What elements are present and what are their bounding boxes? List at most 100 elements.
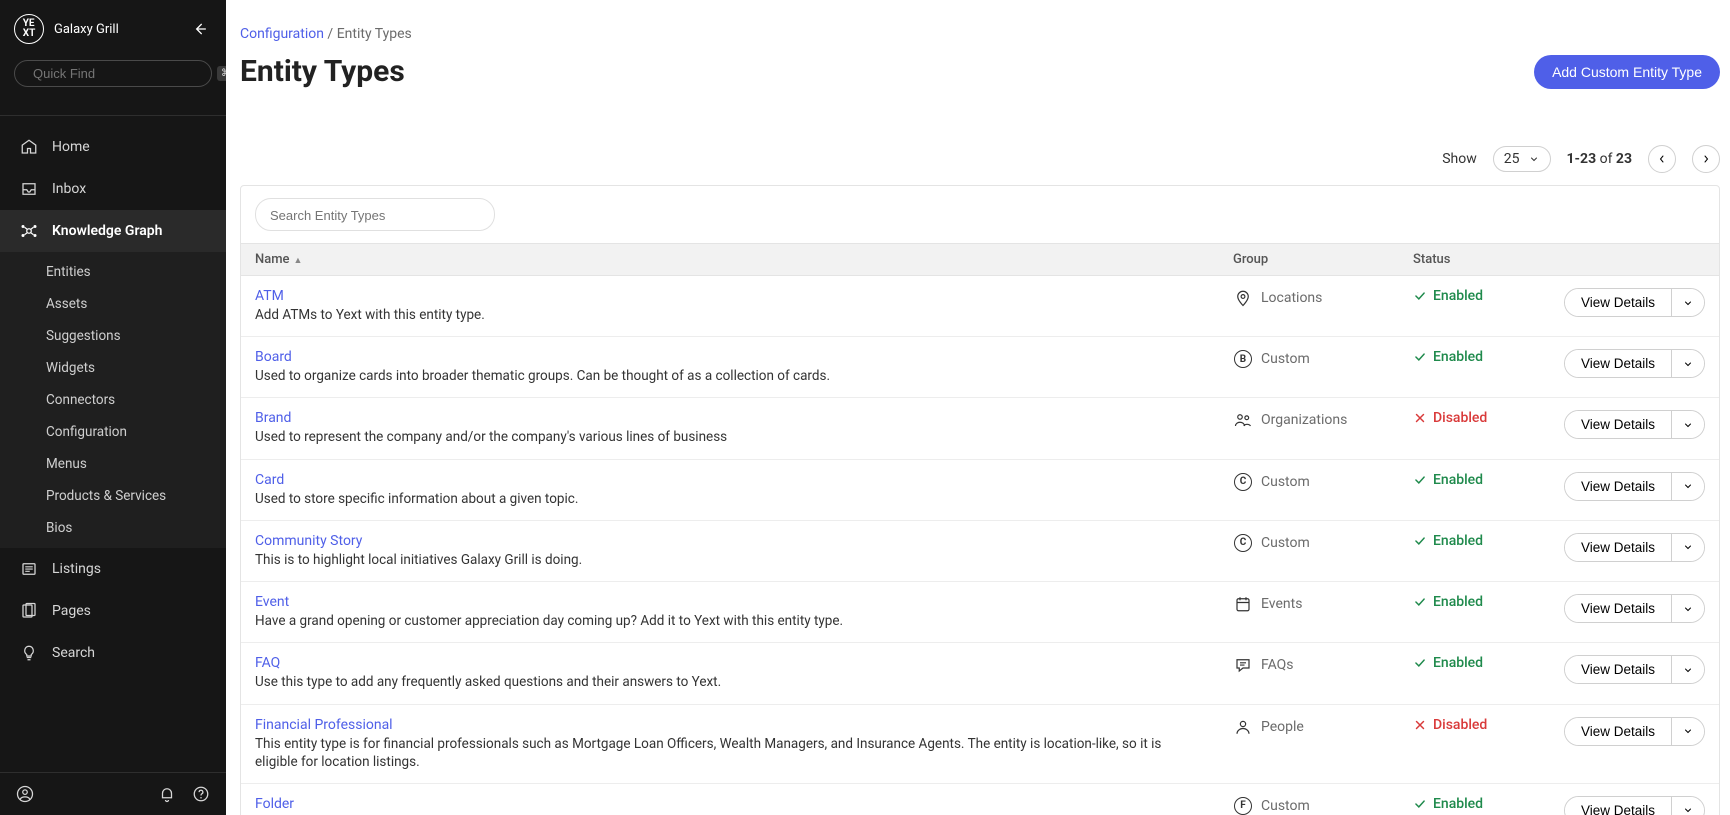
subnav-menus[interactable]: Menus [0,448,226,480]
back-button[interactable] [188,17,212,41]
row-action-more-button[interactable] [1671,718,1704,745]
subnav-widgets[interactable]: Widgets [0,352,226,384]
col-header-group[interactable]: Group [1219,244,1399,276]
subnav-assets[interactable]: Assets [0,288,226,320]
row-action-more-button[interactable] [1671,534,1704,561]
entity-type-link[interactable]: Brand [255,410,291,426]
row-action-split: View Details [1564,655,1705,684]
check-icon [1413,534,1427,548]
row-action-split: View Details [1564,594,1705,623]
nav-inbox[interactable]: Inbox [0,168,226,210]
status-badge: Disabled [1413,410,1535,426]
view-details-button[interactable]: View Details [1565,289,1671,316]
entity-type-link[interactable]: Community Story [255,533,362,549]
nav-pages[interactable]: Pages [0,590,226,632]
page-title: Entity Types [240,54,405,89]
nav-knowledge-graph[interactable]: Knowledge Graph [0,210,226,252]
group-letter-icon: C [1233,472,1253,492]
row-action-more-button[interactable] [1671,797,1704,815]
show-label: Show [1442,151,1477,167]
chevron-down-icon [1682,664,1694,676]
avatar-icon[interactable] [16,785,34,803]
row-action-split: View Details [1564,472,1705,501]
entity-type-link[interactable]: Folder [255,796,294,812]
breadcrumb-parent[interactable]: Configuration [240,26,324,42]
nav-search[interactable]: Search [0,632,226,674]
view-details-button[interactable]: View Details [1565,656,1671,683]
subnav-connectors[interactable]: Connectors [0,384,226,416]
view-details-button[interactable]: View Details [1565,411,1671,438]
entity-type-link[interactable]: Board [255,349,292,365]
subnav-bios[interactable]: Bios [0,512,226,544]
entity-type-link[interactable]: Card [255,472,284,488]
subnav-suggestions[interactable]: Suggestions [0,320,226,352]
nav-label: Search [52,645,95,661]
x-icon [1413,718,1427,732]
pages-icon [20,602,38,620]
entity-type-link[interactable]: FAQ [255,655,280,671]
view-details-button[interactable]: View Details [1565,797,1671,815]
table-row: FolderUsed to organize Knowledge Base Bo… [241,783,1719,815]
group-label: Custom [1261,798,1310,814]
col-header-status[interactable]: Status [1399,244,1549,276]
help-icon[interactable] [192,785,210,803]
view-details-button[interactable]: View Details [1565,473,1671,500]
group-cell: C Custom [1233,533,1385,553]
subnav-configuration[interactable]: Configuration [0,416,226,448]
entity-type-link[interactable]: Event [255,594,289,610]
group-label: FAQs [1261,657,1294,673]
entity-type-link[interactable]: Financial Professional [255,717,393,733]
pager-prev-button[interactable] [1648,145,1676,173]
pager-next-button[interactable] [1692,145,1720,173]
nav-listings[interactable]: Listings [0,548,226,590]
bulb-icon [20,644,38,662]
row-action-more-button[interactable] [1671,473,1704,500]
group-cell: People [1233,717,1385,737]
group-letter-icon: C [1233,533,1253,553]
view-details-button[interactable]: View Details [1565,718,1671,745]
search-entity-types[interactable] [255,198,495,231]
row-action-more-button[interactable] [1671,289,1704,316]
bell-icon[interactable] [158,785,176,803]
check-icon [1413,473,1427,487]
group-cell: Organizations [1233,410,1385,430]
status-badge: Disabled [1413,717,1535,733]
search-entity-types-input[interactable] [270,208,480,223]
check-icon [1413,350,1427,364]
row-action-more-button[interactable] [1671,411,1704,438]
view-details-button[interactable]: View Details [1565,534,1671,561]
nav-label: Home [52,139,90,155]
nav-home[interactable]: Home [0,126,226,168]
pin-icon [1233,288,1253,308]
row-action-more-button[interactable] [1671,656,1704,683]
chat-icon [1233,655,1253,675]
row-action-split: View Details [1564,533,1705,562]
chevron-down-icon [1682,804,1694,815]
subnav-entities[interactable]: Entities [0,256,226,288]
entity-type-desc: Used to represent the company and/or the… [255,428,1205,446]
status-badge: Enabled [1413,349,1535,365]
group-label: Organizations [1261,412,1347,428]
breadcrumb-current: Entity Types [337,26,412,42]
view-details-button[interactable]: View Details [1565,350,1671,377]
group-cell: BCustom [1233,349,1385,369]
col-header-name[interactable]: Name▲ [241,244,1219,276]
quick-find-input[interactable] [33,66,209,81]
add-custom-entity-type-button[interactable]: Add Custom Entity Type [1534,55,1720,89]
group-label: Custom [1261,535,1310,551]
sidebar-footer [0,772,226,815]
quick-find[interactable]: ⌘ K [14,60,212,87]
table-row: Brand Used to represent the company and/o… [241,398,1719,459]
sidebar: YEXT Galaxy Grill ⌘ K Home Inbox [0,0,226,815]
view-details-button[interactable]: View Details [1565,595,1671,622]
group-cell: Locations [1233,288,1385,308]
chevron-down-icon [1682,603,1694,615]
page-size-select[interactable]: 25 [1493,146,1551,172]
entity-type-link[interactable]: ATM [255,288,284,304]
brand[interactable]: YEXT Galaxy Grill [14,14,119,44]
row-action-more-button[interactable] [1671,350,1704,377]
row-action-more-button[interactable] [1671,595,1704,622]
pagination-bar: Show 25 1-23 of 23 [240,145,1720,173]
subnav-products-services[interactable]: Products & Services [0,480,226,512]
table-row: EventHave a grand opening or customer ap… [241,582,1719,643]
